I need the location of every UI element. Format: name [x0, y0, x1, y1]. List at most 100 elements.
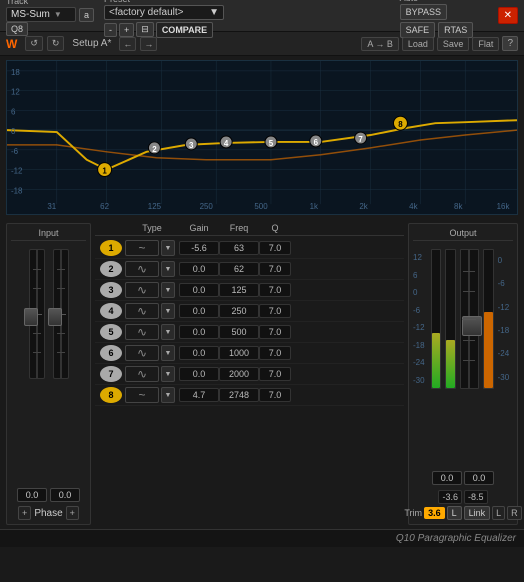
- track-a-button[interactable]: a: [79, 8, 94, 22]
- band-gain-5[interactable]: 0.0: [179, 325, 219, 339]
- trim-value[interactable]: 3.6: [424, 507, 445, 519]
- band-type-display-4[interactable]: ∿: [125, 303, 159, 319]
- band-q-1[interactable]: 7.0: [259, 241, 291, 255]
- band-gain-3[interactable]: 0.0: [179, 283, 219, 297]
- band-type-display-5[interactable]: ∿: [125, 324, 159, 340]
- band-type-arrow-3[interactable]: ▼: [161, 282, 175, 298]
- phase-plus-button[interactable]: +: [66, 506, 79, 520]
- band-type-arrow-5[interactable]: ▼: [161, 324, 175, 340]
- preset-section: Preset <factory default> ▼ - + ⊟ COMPARE: [104, 0, 392, 38]
- band-num-2[interactable]: 2: [100, 261, 122, 277]
- phase-label: Phase: [34, 508, 62, 519]
- band-freq-5[interactable]: 500: [219, 325, 259, 339]
- input-fader-2[interactable]: [48, 308, 62, 326]
- band-gain-8[interactable]: 4.7: [179, 388, 219, 402]
- band-type-arrow-6[interactable]: ▼: [161, 345, 175, 361]
- svg-text:8k: 8k: [454, 202, 462, 211]
- band-freq-6[interactable]: 1000: [219, 346, 259, 360]
- band-num-1[interactable]: 1: [100, 240, 122, 256]
- band-freq-2[interactable]: 62: [219, 262, 259, 276]
- band-num-5[interactable]: 5: [100, 324, 122, 340]
- track-name: MS-Sum: [11, 9, 50, 20]
- band-q-6[interactable]: 7.0: [259, 346, 291, 360]
- save-button[interactable]: Save: [437, 37, 470, 51]
- output-value-boxes: 0.0 0.0: [413, 471, 513, 485]
- svg-text:62: 62: [100, 202, 109, 211]
- phase-minus-button[interactable]: +: [18, 506, 31, 520]
- band-type-display-1[interactable]: ~: [125, 240, 159, 256]
- band-type-arrow-7[interactable]: ▼: [161, 366, 175, 382]
- ab-button[interactable]: A → B: [361, 37, 399, 51]
- band-gain-4[interactable]: 0.0: [179, 304, 219, 318]
- band-type-ctrl-2: ∿ ▼: [125, 261, 179, 277]
- band-freq-1[interactable]: 63: [219, 241, 259, 255]
- band-type-display-8[interactable]: ~: [125, 387, 159, 403]
- undo-button[interactable]: ↺: [25, 36, 43, 51]
- band-gain-6[interactable]: 0.0: [179, 346, 219, 360]
- band-type-arrow-2[interactable]: ▼: [161, 261, 175, 277]
- output-value-1[interactable]: 0.0: [432, 471, 462, 485]
- svg-text:2: 2: [152, 145, 157, 154]
- band-freq-7[interactable]: 2000: [219, 367, 259, 381]
- input-value-2[interactable]: 0.0: [50, 488, 80, 502]
- svg-text:-12: -12: [11, 167, 23, 176]
- left-arrow-button[interactable]: ←: [119, 37, 136, 51]
- band-type-display-6[interactable]: ∿: [125, 345, 159, 361]
- band-q-5[interactable]: 7.0: [259, 325, 291, 339]
- link-button[interactable]: L: [447, 506, 462, 520]
- output-db-2[interactable]: -8.5: [464, 490, 488, 504]
- band-num-8[interactable]: 8: [100, 387, 122, 403]
- load-button[interactable]: Load: [402, 37, 434, 51]
- band-gain-7[interactable]: 0.0: [179, 367, 219, 381]
- r-button[interactable]: R: [507, 506, 522, 520]
- output-db-1[interactable]: -3.6: [438, 490, 462, 504]
- input-fader-1[interactable]: [24, 308, 38, 326]
- help-button[interactable]: ?: [502, 36, 518, 51]
- band-type-display-2[interactable]: ∿: [125, 261, 159, 277]
- band-num-7[interactable]: 7: [100, 366, 122, 382]
- band-freq-3[interactable]: 125: [219, 283, 259, 297]
- bypass-button[interactable]: BYPASS: [400, 4, 447, 20]
- flat-button[interactable]: Flat: [472, 37, 499, 51]
- band-num-6[interactable]: 6: [100, 345, 122, 361]
- close-button[interactable]: ✕: [498, 7, 518, 24]
- compare-button[interactable]: COMPARE: [156, 22, 213, 38]
- output-section: Output 12 6 0 -6 -12 -18 -24 -30: [408, 223, 518, 525]
- band-q-7[interactable]: 7.0: [259, 367, 291, 381]
- band-freq-8[interactable]: 2748: [219, 388, 259, 402]
- input-value-1[interactable]: 0.0: [17, 488, 47, 502]
- plus-button[interactable]: +: [119, 23, 134, 37]
- l-button[interactable]: L: [492, 506, 505, 520]
- preset-label: Preset: [104, 0, 130, 4]
- link-label[interactable]: Link: [464, 506, 491, 520]
- band-gain-2[interactable]: 0.0: [179, 262, 219, 276]
- window-icon-button[interactable]: ⊟: [136, 22, 154, 37]
- right-arrow-button[interactable]: →: [140, 37, 157, 51]
- eq-display[interactable]: 1 2 3 4 5 6 7 8 18 12 6 0 -6 -12 -18 31 …: [6, 60, 518, 215]
- output-meter-l: [431, 249, 442, 389]
- track-dropdown[interactable]: MS-Sum ▼: [6, 7, 76, 22]
- band-type-display-7[interactable]: ∿: [125, 366, 159, 382]
- band-q-4[interactable]: 7.0: [259, 304, 291, 318]
- band-q-3[interactable]: 7.0: [259, 283, 291, 297]
- band-q-2[interactable]: 7.0: [259, 262, 291, 276]
- band-num-3[interactable]: 3: [100, 282, 122, 298]
- band-freq-4[interactable]: 250: [219, 304, 259, 318]
- output-fader[interactable]: [460, 249, 479, 389]
- input-section: Input: [6, 223, 91, 525]
- band-type-arrow-8[interactable]: ▼: [161, 387, 175, 403]
- band-type-ctrl-5: ∿ ▼: [125, 324, 179, 340]
- band-type-arrow-4[interactable]: ▼: [161, 303, 175, 319]
- main-bottom: Input: [0, 219, 524, 529]
- band-q-8[interactable]: 7.0: [259, 388, 291, 402]
- svg-text:-6: -6: [11, 147, 19, 156]
- redo-button[interactable]: ↻: [47, 36, 65, 51]
- eq-graph[interactable]: 1 2 3 4 5 6 7 8 18 12 6 0 -6 -12 -18 31 …: [7, 61, 517, 214]
- minus-button[interactable]: -: [104, 23, 117, 37]
- preset-dropdown[interactable]: <factory default> ▼: [104, 5, 224, 20]
- band-gain-1[interactable]: -5.6: [179, 241, 219, 255]
- band-type-arrow-1[interactable]: ▼: [161, 240, 175, 256]
- output-value-2[interactable]: 0.0: [464, 471, 494, 485]
- band-num-4[interactable]: 4: [100, 303, 122, 319]
- band-type-display-3[interactable]: ∿: [125, 282, 159, 298]
